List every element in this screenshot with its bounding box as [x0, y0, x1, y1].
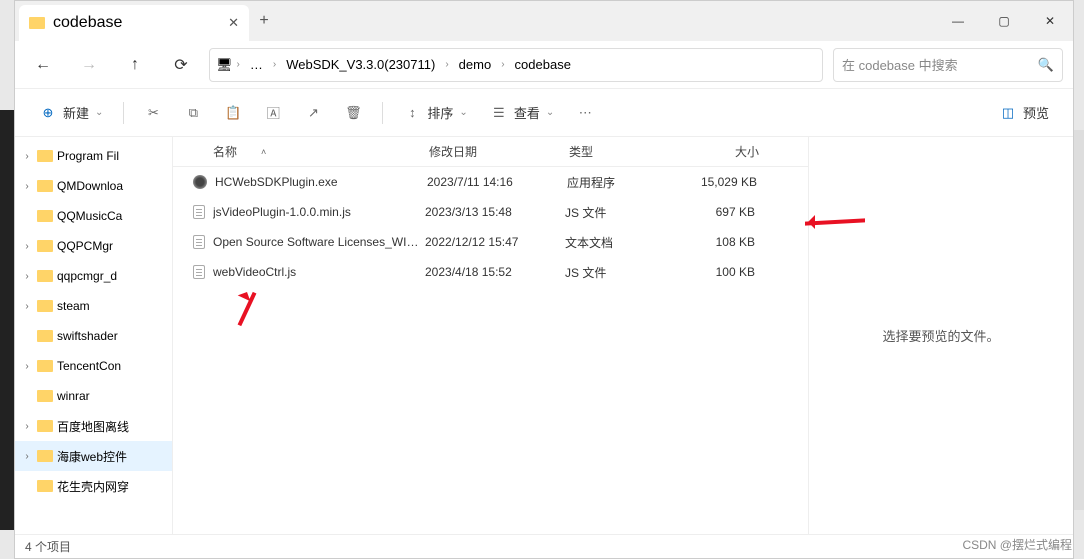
plus-circle-icon: ⊕: [39, 104, 57, 122]
new-button[interactable]: ⊕ 新建 ⌄: [31, 97, 111, 129]
folder-icon: [37, 450, 53, 462]
tree-node[interactable]: ›QMDownloa: [15, 171, 172, 201]
tree-node[interactable]: ›swiftshader: [15, 321, 172, 351]
maximize-button[interactable]: ▢: [981, 1, 1027, 41]
titlebar: codebase ✕ + ― ▢ ✕: [15, 1, 1073, 41]
preview-toggle[interactable]: ◫ 预览: [991, 97, 1057, 129]
search-placeholder: 在 codebase 中搜索: [842, 55, 958, 74]
folder-icon: [37, 180, 53, 192]
window-tab[interactable]: codebase ✕: [19, 5, 249, 41]
folder-icon: [37, 300, 53, 312]
close-tab-icon[interactable]: ✕: [228, 15, 239, 31]
paste-button[interactable]: 📋: [216, 97, 250, 129]
tree-node[interactable]: ›百度地图离线: [15, 411, 172, 441]
breadcrumb[interactable]: codebase: [509, 55, 577, 74]
rename-button[interactable]: 🄰: [256, 97, 290, 129]
folder-icon: [37, 420, 53, 432]
item-count: 4 个项目: [25, 538, 71, 555]
share-button[interactable]: ↗: [296, 97, 330, 129]
sort-button[interactable]: ↕ 排序 ⌄: [395, 97, 475, 129]
folder-icon: [29, 17, 45, 29]
chevron-right-icon: ›: [237, 59, 240, 70]
file-icon: [193, 235, 205, 249]
cut-icon: ✂: [144, 104, 162, 122]
tree-node[interactable]: ›qqpcmgr_d: [15, 261, 172, 291]
folder-icon: [37, 240, 53, 252]
chevron-down-icon: ⌄: [459, 107, 467, 118]
copy-button[interactable]: ⧉: [176, 97, 210, 129]
preview-icon: ◫: [999, 104, 1017, 122]
toolbar: ⊕ 新建 ⌄ ✂ ⧉ 📋 🄰 ↗ 🗑 ↕ 排序 ⌄ ☰ 查看 ⌄ ⋯ ◫ 预览: [15, 89, 1073, 137]
breadcrumb-ellipsis[interactable]: …: [244, 55, 269, 74]
file-icon: [193, 205, 205, 219]
copy-icon: ⧉: [184, 104, 202, 122]
breadcrumb[interactable]: WebSDK_V3.3.0(230711): [280, 55, 441, 74]
file-row[interactable]: HCWebSDKPlugin.exe 2023/7/11 14:16 应用程序 …: [173, 167, 808, 197]
folder-icon: [37, 270, 53, 282]
refresh-button[interactable]: ⟳: [163, 49, 199, 81]
folder-icon: [37, 330, 53, 342]
tree-node[interactable]: ›TencentCon: [15, 351, 172, 381]
preview-hint: 选择要预览的文件。: [882, 326, 999, 345]
folder-icon: [37, 150, 53, 162]
new-tab-button[interactable]: +: [249, 1, 279, 41]
close-button[interactable]: ✕: [1027, 1, 1073, 41]
chevron-right-icon: ›: [445, 59, 448, 70]
preview-pane: 选择要预览的文件。: [808, 137, 1073, 534]
navbar: ← → ↑ ⟳ 🖥 › … › WebSDK_V3.3.0(230711) › …: [15, 41, 1073, 89]
view-icon: ☰: [490, 104, 508, 122]
tree-node[interactable]: ›花生壳内网穿: [15, 471, 172, 501]
cut-button[interactable]: ✂: [136, 97, 170, 129]
chevron-down-icon: ⌄: [546, 107, 554, 118]
view-button[interactable]: ☰ 查看 ⌄: [482, 97, 562, 129]
up-button[interactable]: ↑: [117, 49, 153, 81]
share-icon: ↗: [304, 104, 322, 122]
watermark: CSDN @摆烂式编程: [962, 536, 1072, 553]
tree-node[interactable]: ›QQPCMgr: [15, 231, 172, 261]
more-button[interactable]: ⋯: [568, 97, 602, 129]
more-icon: ⋯: [576, 104, 594, 122]
file-icon: [193, 265, 205, 279]
chevron-down-icon: ⌄: [95, 107, 103, 118]
folder-icon: [37, 210, 53, 222]
breadcrumb[interactable]: demo: [453, 55, 498, 74]
tab-title: codebase: [53, 14, 122, 32]
file-row[interactable]: jsVideoPlugin-1.0.0.min.js 2023/3/13 15:…: [173, 197, 808, 227]
folder-icon: [37, 360, 53, 372]
search-icon: 🔍: [1038, 57, 1054, 73]
chevron-right-icon: ›: [501, 59, 504, 70]
folder-icon: [37, 480, 53, 492]
tree-node[interactable]: ›winrar: [15, 381, 172, 411]
exe-icon: [193, 175, 207, 189]
search-input[interactable]: 在 codebase 中搜索 🔍: [833, 48, 1063, 82]
file-row[interactable]: webVideoCtrl.js 2023/4/18 15:52 JS 文件 10…: [173, 257, 808, 287]
back-button[interactable]: ←: [25, 49, 61, 81]
file-list: 名称˄ 修改日期 类型 大小 HCWebSDKPlugin.exe 2023/7…: [173, 137, 808, 534]
trash-icon: 🗑: [344, 104, 362, 122]
tree-node-selected[interactable]: ›海康web控件: [15, 441, 172, 471]
status-bar: 4 个项目: [15, 534, 1073, 558]
file-row[interactable]: Open Source Software Licenses_WIN... 202…: [173, 227, 808, 257]
chevron-right-icon: ›: [273, 59, 276, 70]
tree-node[interactable]: ›Program Fil: [15, 141, 172, 171]
folder-icon: [37, 390, 53, 402]
minimize-button[interactable]: ―: [935, 1, 981, 41]
col-date[interactable]: 修改日期: [429, 143, 569, 160]
col-size[interactable]: 大小: [689, 143, 769, 160]
column-headers: 名称˄ 修改日期 类型 大小: [173, 137, 808, 167]
tree-node[interactable]: ›QQMusicCa: [15, 201, 172, 231]
address-bar[interactable]: 🖥 › … › WebSDK_V3.3.0(230711) › demo › c…: [209, 48, 823, 82]
col-type[interactable]: 类型: [569, 143, 689, 160]
folder-tree: ›Program Fil ›QMDownloa ›QQMusicCa ›QQPC…: [15, 137, 173, 534]
sort-indicator-icon: ˄: [261, 147, 266, 157]
col-name[interactable]: 名称˄: [173, 143, 429, 160]
paste-icon: 📋: [224, 104, 242, 122]
explorer-window: codebase ✕ + ― ▢ ✕ ← → ↑ ⟳ 🖥 › … › WebSD…: [14, 0, 1074, 559]
sort-icon: ↕: [403, 104, 421, 122]
rename-icon: 🄰: [264, 104, 282, 122]
forward-button[interactable]: →: [71, 49, 107, 81]
pc-icon: 🖥: [216, 57, 233, 73]
tree-node[interactable]: ›steam: [15, 291, 172, 321]
delete-button[interactable]: 🗑: [336, 97, 370, 129]
